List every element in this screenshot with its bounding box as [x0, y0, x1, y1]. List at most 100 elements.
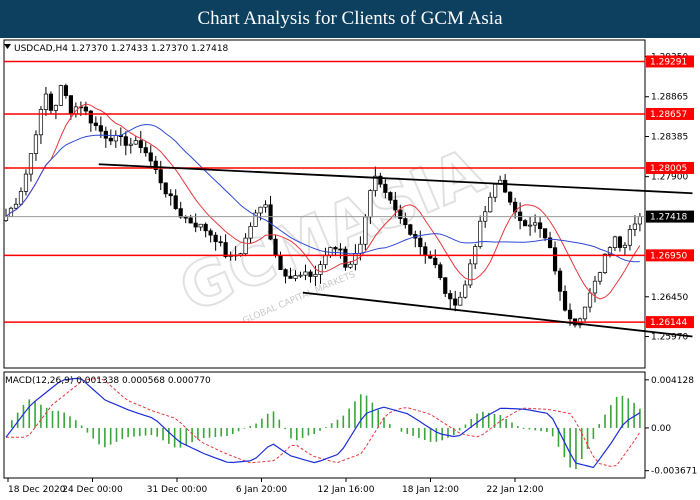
- candle-body: [622, 244, 628, 248]
- candle-body: [33, 134, 39, 154]
- candle-body: [13, 203, 19, 209]
- price-tick-label: 1.26450: [651, 293, 688, 303]
- candle-body: [468, 263, 473, 286]
- candle-body: [567, 309, 573, 320]
- candle-body: [338, 248, 343, 251]
- candle-body: [408, 224, 413, 235]
- candle-body: [138, 140, 143, 148]
- candle-body: [602, 253, 608, 273]
- candle-body: [398, 209, 403, 219]
- current-price-label: 1.27418: [650, 213, 687, 223]
- candle-body: [158, 169, 163, 184]
- candle-body: [358, 243, 363, 254]
- candle-body: [218, 241, 223, 244]
- price-tick-label: 1.25970: [651, 333, 688, 343]
- candle-body: [368, 190, 373, 218]
- candle-body: [263, 204, 268, 208]
- time-tick-label: 22 Jan 12:00: [487, 485, 544, 495]
- candle-body: [458, 296, 463, 306]
- candle-body: [83, 106, 88, 112]
- level-price-label: 1.28005: [650, 164, 687, 174]
- candle-body: [23, 173, 29, 192]
- candle-body: [163, 182, 168, 195]
- candle-body: [113, 134, 118, 142]
- candle-body: [318, 264, 323, 275]
- candle-body: [488, 196, 493, 213]
- candle-body: [173, 195, 178, 209]
- candle-body: [348, 263, 353, 268]
- candle-body: [433, 257, 438, 266]
- candle-body: [313, 274, 318, 277]
- candle-body: [168, 193, 173, 197]
- candle-body: [333, 247, 338, 250]
- candle-body: [448, 293, 453, 300]
- time-tick-label: 24 Dec 00:00: [62, 485, 123, 495]
- candle-body: [612, 236, 618, 249]
- macd-tick-label: -0.003671: [651, 467, 697, 477]
- candle-body: [283, 269, 288, 277]
- candle-body: [617, 236, 623, 248]
- candle-body: [328, 247, 333, 257]
- candle-body: [98, 125, 103, 132]
- candle-body: [273, 238, 278, 256]
- candle-body: [143, 147, 148, 154]
- banner-title: Chart Analysis for Clients of GCM Asia: [0, 0, 700, 38]
- time-tick-label: 12 Jan 16:00: [318, 485, 375, 495]
- candle-body: [288, 275, 293, 279]
- candle-body: [597, 272, 603, 282]
- candle-body: [93, 122, 98, 126]
- candle-body: [443, 277, 448, 294]
- candle-body: [148, 152, 153, 162]
- time-tick-label: 6 Jan 20:00: [236, 485, 288, 495]
- candle-body: [438, 264, 443, 279]
- candle-body: [323, 255, 328, 265]
- candle-body: [383, 183, 388, 193]
- candle-body: [198, 223, 203, 228]
- candle-body: [532, 222, 538, 226]
- candle-body: [293, 275, 298, 279]
- candle-body: [463, 284, 468, 298]
- candle-body: [637, 216, 643, 225]
- level-price-label: 1.29291: [650, 57, 687, 67]
- candle-body: [48, 93, 54, 111]
- candle-body: [363, 216, 368, 245]
- candle-body: [3, 216, 9, 221]
- candle-body: [278, 255, 283, 271]
- candle-body: [453, 298, 458, 306]
- candle-body: [193, 222, 198, 228]
- candle-body: [108, 137, 113, 142]
- candle-body: [88, 110, 93, 124]
- level-price-label: 1.26950: [650, 251, 687, 261]
- time-tick-label: 18 Jan 12:00: [402, 485, 459, 495]
- candle-body: [128, 143, 133, 146]
- candle-body: [582, 306, 588, 320]
- candle-body: [43, 93, 49, 110]
- candle-body: [478, 220, 483, 247]
- candle-body: [503, 179, 508, 193]
- candle-body: [552, 247, 558, 272]
- candle-body: [508, 191, 513, 203]
- time-tick-label: 18 Dec 2020: [8, 485, 66, 495]
- price-tick-label: 1.27900: [651, 173, 688, 183]
- candle-body: [258, 206, 263, 214]
- candle-body: [243, 237, 248, 255]
- symbol-header: USDCAD,H4 1.27370 1.27433 1.27370 1.2741…: [14, 44, 229, 54]
- macd-tick-label: 0.00: [651, 424, 671, 434]
- candle-body: [58, 85, 64, 106]
- candle-body: [537, 222, 543, 230]
- usdcad-chart[interactable]: GCMASIA GLOBAL CAPITAL MARKETS 1.293501.…: [0, 38, 700, 500]
- macd-tick-label: 0.004128: [651, 376, 694, 386]
- candle-body: [208, 230, 213, 236]
- candle-body: [632, 223, 638, 230]
- candle-body: [133, 140, 138, 145]
- candle-body: [403, 218, 408, 226]
- macd-panel: [3, 371, 646, 479]
- level-price-label: 1.26144: [650, 318, 687, 328]
- candle-body: [223, 242, 228, 257]
- candle-body: [18, 191, 24, 205]
- candle-body: [627, 229, 633, 246]
- time-tick-label: 31 Dec 00:00: [147, 485, 208, 495]
- level-price-label: 1.28657: [650, 110, 687, 120]
- candle-body: [423, 246, 428, 256]
- candle-body: [592, 280, 598, 294]
